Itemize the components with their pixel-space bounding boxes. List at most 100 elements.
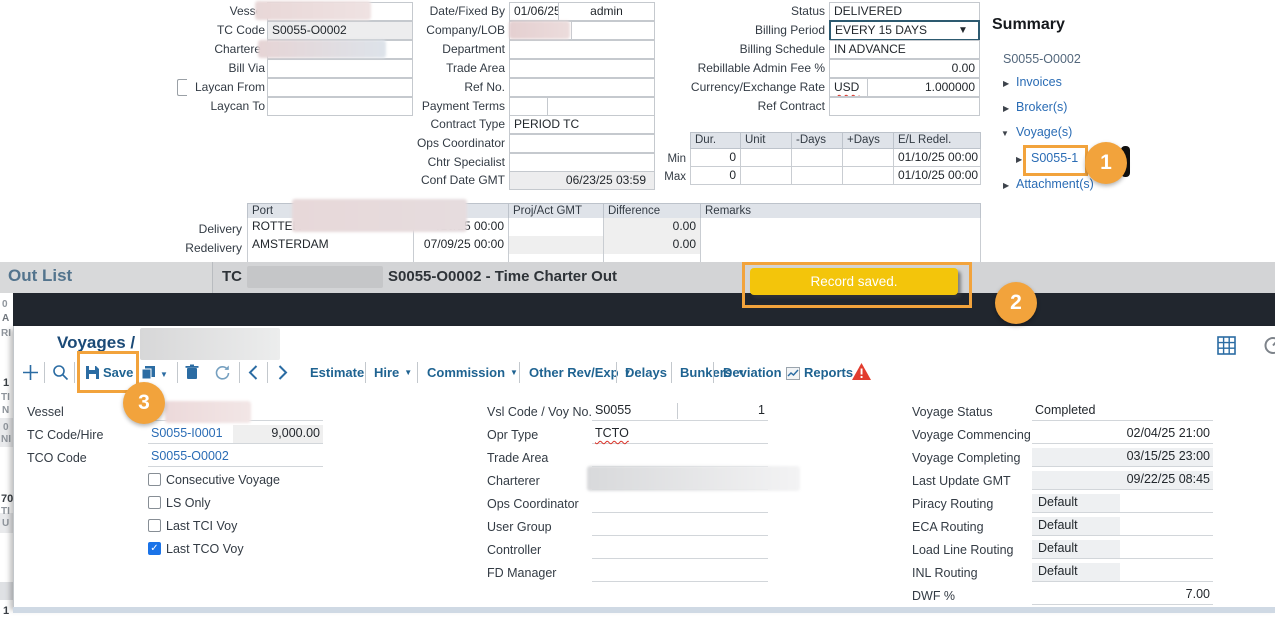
tco-code-label: TCO Code bbox=[27, 449, 87, 468]
delete-icon[interactable] bbox=[185, 364, 199, 380]
summary-item-brokers[interactable]: Broker(s) bbox=[1016, 100, 1067, 114]
inl-routing-extra-field[interactable] bbox=[1120, 563, 1213, 582]
previous-icon[interactable] bbox=[248, 365, 258, 380]
deviation-menu-button[interactable]: Deviation▼ bbox=[723, 358, 794, 388]
min-el-redel-cell[interactable]: 01/10/25 00:00 bbox=[893, 149, 981, 167]
hire-menu-button[interactable]: Hire▼ bbox=[374, 358, 412, 388]
currency-exchange-label: Currency/Exchange Rate bbox=[665, 79, 825, 96]
voyage-trade-area-field[interactable] bbox=[592, 448, 768, 467]
user-group-field[interactable] bbox=[592, 517, 768, 536]
chevron-down-icon[interactable]: ▼ bbox=[958, 25, 968, 36]
controller-field[interactable] bbox=[592, 540, 768, 559]
highlight-box-1 bbox=[1023, 145, 1088, 176]
warning-icon[interactable] bbox=[851, 362, 872, 381]
min-plus-days-cell[interactable] bbox=[842, 149, 894, 167]
next-icon[interactable] bbox=[278, 365, 288, 380]
ref-no-field[interactable] bbox=[509, 78, 655, 97]
max-dur-cell[interactable]: 0 bbox=[690, 167, 741, 185]
voyage-ops-coordinator-field[interactable] bbox=[592, 494, 768, 513]
ls-only-checkbox[interactable] bbox=[148, 496, 161, 509]
min-unit-cell[interactable] bbox=[740, 149, 792, 167]
gauge-icon[interactable] bbox=[1263, 336, 1275, 355]
department-field[interactable] bbox=[509, 40, 655, 59]
tci-code-value[interactable]: S0055-I0001 bbox=[151, 426, 223, 440]
minmax-header-el-redel: E/L Redel. bbox=[893, 132, 981, 149]
load-line-routing-field[interactable]: Default bbox=[1032, 540, 1120, 559]
expanded-arrow-icon[interactable]: ▼ bbox=[1001, 128, 1009, 140]
dark-bar bbox=[13, 293, 1275, 326]
commission-menu-button[interactable]: Commission▼ bbox=[427, 358, 518, 388]
refresh-icon[interactable] bbox=[214, 364, 231, 381]
collapsed-arrow-icon[interactable]: ▶ bbox=[1003, 103, 1009, 115]
fd-manager-field[interactable] bbox=[592, 563, 768, 582]
controller-label: Controller bbox=[487, 541, 541, 560]
add-icon[interactable] bbox=[22, 364, 39, 381]
cell-divider bbox=[677, 403, 678, 419]
max-minus-days-cell[interactable] bbox=[791, 167, 843, 185]
consecutive-voyage-checkbox[interactable] bbox=[148, 473, 161, 486]
hire-menu-label: Hire bbox=[374, 365, 399, 380]
delays-button[interactable]: Delays bbox=[625, 358, 667, 388]
copy-dropdown-caret-icon[interactable]: ▼ bbox=[160, 370, 168, 379]
payment-terms-code-field[interactable] bbox=[509, 97, 548, 116]
tco-code-link[interactable]: S0055-O0002 bbox=[148, 448, 323, 467]
window-title: S0055-O0002 - Time Charter Out bbox=[388, 268, 617, 285]
charterer-label: Charterer bbox=[145, 41, 265, 58]
out-list-tab-label[interactable]: Out List bbox=[8, 266, 72, 286]
collapsed-arrow-icon[interactable]: ▶ bbox=[1003, 78, 1009, 90]
delivery-remarks-cell[interactable] bbox=[700, 218, 981, 237]
search-icon[interactable] bbox=[52, 364, 69, 381]
edge-fragment: 0 bbox=[2, 300, 8, 310]
collapsed-arrow-icon[interactable]: ▶ bbox=[1016, 154, 1022, 166]
redelivery-gmt-cell[interactable]: 07/09/25 00:00 bbox=[413, 236, 509, 255]
collapsed-arrow-icon[interactable]: ▶ bbox=[1003, 180, 1009, 192]
tci-code-link[interactable]: S0055-I0001 bbox=[148, 425, 233, 444]
title-redaction bbox=[247, 266, 383, 288]
max-el-redel-cell[interactable]: 01/10/25 00:00 bbox=[893, 167, 981, 185]
lob-field[interactable] bbox=[571, 21, 655, 40]
rebillable-admin-fee-field[interactable]: 0.00 bbox=[829, 59, 980, 78]
summary-item-attachments[interactable]: Attachment(s) bbox=[1016, 177, 1094, 191]
payment-terms-field[interactable] bbox=[547, 97, 655, 116]
dwf-field[interactable]: 7.00 bbox=[1032, 586, 1213, 605]
summary-item-voyages[interactable]: Voyage(s) bbox=[1016, 125, 1072, 139]
last-tco-voy-checkbox[interactable]: ✓ bbox=[148, 542, 161, 555]
fixed-date-field[interactable]: 01/06/25 bbox=[509, 2, 559, 21]
trade-area-field[interactable] bbox=[509, 59, 655, 78]
grid-icon[interactable] bbox=[1217, 336, 1236, 355]
redelivery-port-cell[interactable]: AMSTERDAM bbox=[247, 236, 414, 255]
contract-type-field[interactable]: PERIOD TC bbox=[509, 115, 655, 134]
billing-period-label: Billing Period bbox=[665, 22, 825, 39]
piracy-routing-field[interactable]: Default bbox=[1032, 494, 1120, 513]
partial-row-cell bbox=[603, 254, 701, 262]
delivery-proj-gmt-cell[interactable] bbox=[508, 218, 604, 237]
eca-routing-field[interactable]: Default bbox=[1032, 517, 1120, 536]
ref-contract-field[interactable] bbox=[829, 97, 980, 116]
billing-schedule-field[interactable]: IN ADVANCE bbox=[829, 40, 980, 59]
redelivery-remarks-cell[interactable] bbox=[700, 236, 981, 255]
summary-item-invoices[interactable]: Invoices bbox=[1016, 75, 1062, 89]
copy-icon[interactable] bbox=[141, 365, 156, 380]
hire-rate-field[interactable]: 9,000.00 bbox=[233, 425, 323, 444]
currency-field[interactable]: USD bbox=[829, 78, 868, 97]
load-line-routing-extra-field[interactable] bbox=[1120, 540, 1213, 559]
min-minus-days-cell[interactable] bbox=[791, 149, 843, 167]
exchange-rate-field[interactable]: 1.000000 bbox=[867, 78, 980, 97]
estimate-button[interactable]: Estimate bbox=[310, 358, 364, 388]
inl-routing-field[interactable]: Default bbox=[1032, 563, 1120, 582]
max-plus-days-cell[interactable] bbox=[842, 167, 894, 185]
opr-type-field[interactable]: TCTO bbox=[592, 425, 768, 444]
voyage-commencing-field[interactable]: 02/04/25 21:00 bbox=[1032, 425, 1213, 444]
tco-code-value[interactable]: S0055-O0002 bbox=[151, 449, 229, 463]
callout-3: 3 bbox=[123, 382, 165, 424]
eca-routing-extra-field[interactable] bbox=[1120, 517, 1213, 536]
last-tci-voy-checkbox[interactable] bbox=[148, 519, 161, 532]
ops-coordinator-label: Ops Coordinator bbox=[375, 135, 505, 152]
voy-no-field[interactable]: 1 bbox=[677, 402, 768, 421]
fixed-by-field[interactable]: admin bbox=[558, 2, 655, 21]
edge-fragment: TI bbox=[1, 507, 10, 517]
min-dur-cell[interactable]: 0 bbox=[690, 149, 741, 167]
piracy-routing-extra-field[interactable] bbox=[1120, 494, 1213, 513]
vsl-code-field[interactable]: S0055 bbox=[592, 402, 677, 421]
max-unit-cell[interactable] bbox=[740, 167, 792, 185]
